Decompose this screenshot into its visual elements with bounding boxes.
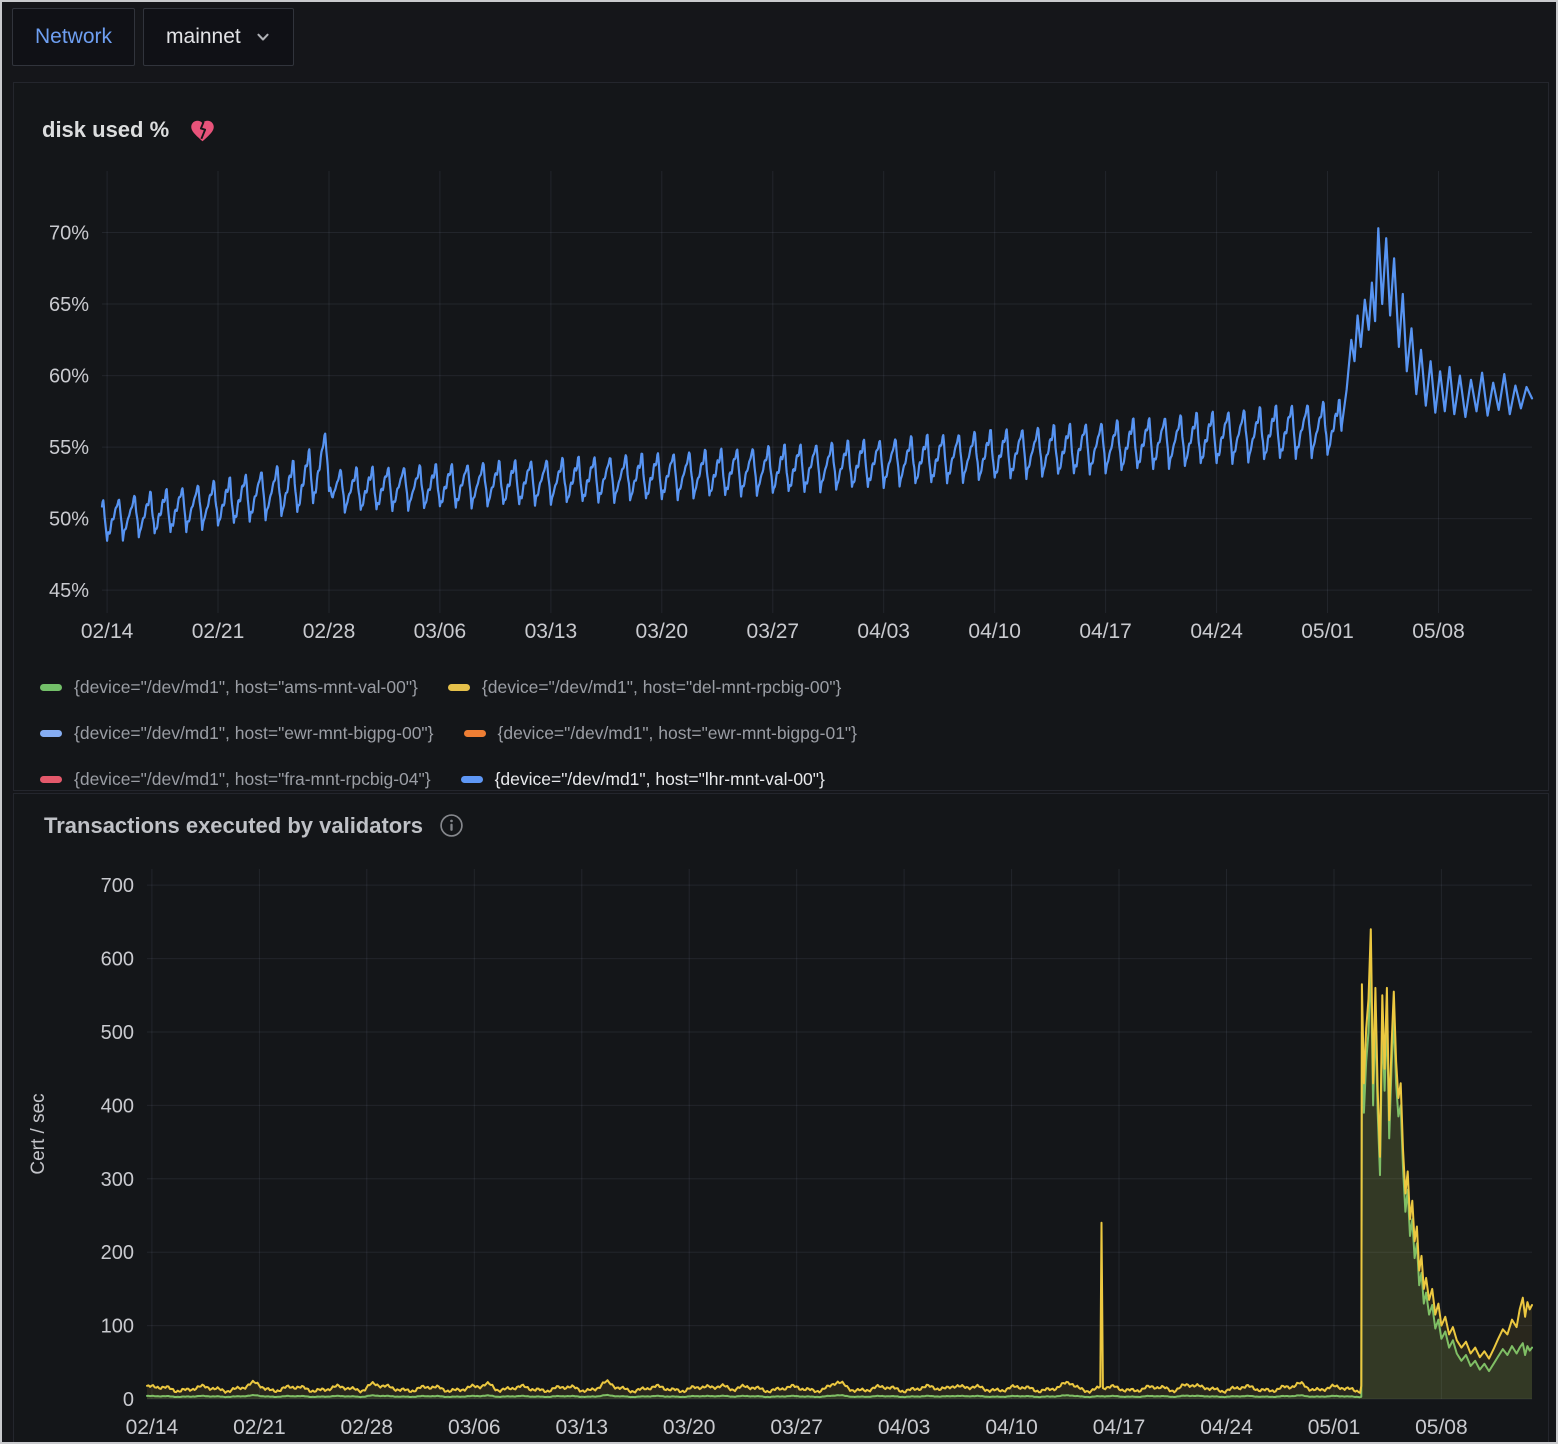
x-axis-tick-label: 03/20 (663, 1416, 716, 1439)
legend-label: {device="/dev/md1", host="del-mnt-rpcbig… (482, 677, 842, 698)
x-axis-tick-label: 05/08 (1415, 1416, 1468, 1439)
x-axis-tick-label: 02/28 (341, 1416, 394, 1439)
disk-used-header: disk used % (14, 83, 1548, 153)
x-axis-tick-label: 04/24 (1190, 620, 1243, 643)
legend-item[interactable]: {device="/dev/md1", host="lhr-mnt-val-00… (461, 769, 825, 790)
variable-label-network: Network (12, 8, 135, 66)
x-axis-tick-label: 05/08 (1412, 620, 1465, 643)
y-axis-tick-label: 600 (101, 949, 134, 971)
legend-label: {device="/dev/md1", host="ams-mnt-val-00… (74, 677, 418, 698)
y-axis-tick-label: 400 (101, 1095, 134, 1117)
legend-label: {device="/dev/md1", host="lhr-mnt-val-00… (495, 769, 825, 790)
legend-swatch (40, 730, 62, 737)
x-axis-tick-label: 03/06 (414, 620, 467, 643)
x-axis-tick-label: 03/27 (770, 1416, 823, 1439)
x-axis-tick-label: 03/13 (525, 620, 578, 643)
y-axis-tick-label: 500 (101, 1022, 134, 1044)
legend-item[interactable]: {device="/dev/md1", host="ams-mnt-val-00… (40, 677, 418, 698)
panel-title-disk-used[interactable]: disk used % (42, 117, 169, 143)
x-axis-tick-label: 04/03 (878, 1416, 931, 1439)
legend-label: {device="/dev/md1", host="fra-mnt-rpcbig… (74, 769, 431, 790)
y-axis-tick-label: 55% (49, 437, 89, 459)
x-axis-tick-label: 02/14 (126, 1416, 179, 1439)
transactions-chart[interactable]: 02/14 02/21 02/28 03/06 03/13 03/20 03/27 04/03… (14, 849, 1548, 1444)
series-line (102, 228, 1532, 541)
x-axis-tick-label: 04/10 (985, 1416, 1038, 1439)
legend-item[interactable]: {device="/dev/md1", host="fra-mnt-rpcbig… (40, 769, 431, 790)
network-selected-value: mainnet (166, 25, 241, 49)
legend-label: {device="/dev/md1", host="ewr-mnt-bigpg-… (498, 723, 858, 744)
x-axis-tick-label: 03/13 (556, 1416, 609, 1439)
x-axis-tick-label: 05/01 (1308, 1416, 1361, 1439)
legend-swatch (448, 684, 470, 691)
panel-transactions: Transactions executed by validators 02/1… (13, 793, 1549, 1444)
y-axis-tick-label: 65% (49, 294, 89, 316)
y-axis-tick-label: 45% (49, 580, 89, 602)
network-label: Network (35, 25, 112, 49)
grafana-dashboard: Network mainnet disk used % 02/1402/2102… (0, 0, 1558, 1444)
y-axis-tick-label: 300 (101, 1169, 134, 1191)
panel-disk-used: disk used % 02/14 02/21 02/28 03/06 03/13 03/… (13, 82, 1549, 791)
x-axis-tick-label: 04/03 (857, 620, 910, 643)
x-axis-tick-label: 03/27 (747, 620, 800, 643)
x-axis-tick-label: 05/01 (1301, 620, 1354, 643)
legend-item[interactable]: {device="/dev/md1", host="ewr-mnt-bigpg-… (40, 723, 434, 744)
x-axis-tick-label: 04/17 (1093, 1416, 1146, 1439)
x-axis-tick-label: 03/06 (448, 1416, 501, 1439)
x-axis-tick-label: 04/24 (1200, 1416, 1253, 1439)
legend-swatch (461, 776, 483, 783)
legend-label: {device="/dev/md1", host="ewr-mnt-bigpg-… (74, 723, 434, 744)
chevron-down-icon (255, 29, 271, 45)
series-fill (147, 929, 1532, 1399)
legend-swatch (40, 776, 62, 783)
panel-title-transactions[interactable]: Transactions executed by validators (44, 813, 423, 839)
info-icon[interactable] (439, 813, 464, 838)
legend-swatch (464, 730, 486, 737)
y-axis-tick-label: 700 (101, 875, 134, 897)
x-axis-tick-label: 04/10 (968, 620, 1021, 643)
x-axis-tick-label: 02/14 (81, 620, 134, 643)
y-axis-tick-label: 100 (101, 1316, 134, 1338)
disk-used-chart[interactable]: 02/14 02/21 02/28 03/06 03/13 03/20 03/27 04/03… (14, 153, 1548, 658)
network-value-dropdown[interactable]: mainnet (143, 8, 294, 66)
legend-item[interactable]: {device="/dev/md1", host="del-mnt-rpcbig… (448, 677, 842, 698)
legend-item[interactable]: {device="/dev/md1", host="ewr-mnt-bigpg-… (464, 723, 858, 744)
x-axis-tick-label: 02/28 (303, 620, 356, 643)
x-axis-tick-label: 02/21 (233, 1416, 286, 1439)
disk-used-legend: {device="/dev/md1", host="ams-mnt-val-00… (40, 664, 1548, 802)
y-axis-tick-label: 70% (49, 223, 89, 245)
legend-swatch (40, 684, 62, 691)
x-axis-tick-label: 04/17 (1079, 620, 1132, 643)
transactions-header: Transactions executed by validators (14, 794, 1548, 849)
y-axis-tick-label: 200 (101, 1242, 134, 1264)
y-axis-title: Cert / sec (28, 1093, 49, 1174)
x-axis-tick-label: 03/20 (636, 620, 689, 643)
series-line (147, 929, 1532, 1393)
y-axis-tick-label: 60% (49, 366, 89, 388)
x-axis-tick-label: 02/21 (192, 620, 245, 643)
variables-bar: Network mainnet (12, 8, 294, 66)
y-axis-tick-label: 50% (49, 509, 89, 531)
y-axis-tick-label: 0 (123, 1389, 134, 1411)
series-line (147, 959, 1532, 1398)
heart-broken-alert-icon (189, 118, 216, 143)
